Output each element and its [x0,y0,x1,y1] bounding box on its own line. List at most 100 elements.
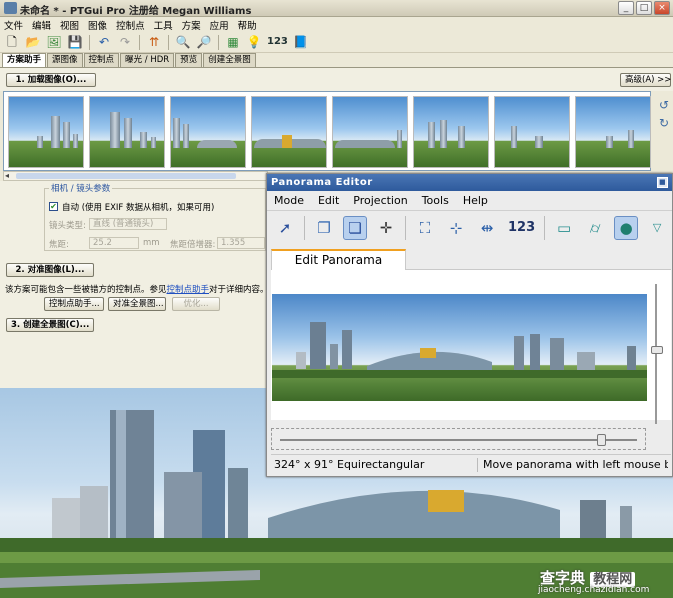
projection-status: 324° x 91° Equirectangular [274,458,425,471]
zoom-in-icon[interactable]: 🔍 [175,34,191,50]
ptgui-window: 未命名 * - PTGui Pro 注册给 Megan Williams _ □… [0,0,673,598]
menu-help[interactable]: 帮助 [238,18,257,32]
align-images-button[interactable]: 2. 对准图像(L)... [6,263,94,277]
tab-exposure-hdr[interactable]: 曝光 / HDR [120,53,175,67]
align-to-panorama-button[interactable]: 对准全景图... [108,297,166,311]
panorama-editor-close-icon[interactable]: ■ [657,177,668,188]
watermark-url: jiaocheng.chazidian.com [538,585,650,595]
maximize-button[interactable]: □ [636,1,652,15]
camera-lens-group: 相机 / 镜头参数 ✔ 自动 (使用 EXIF 数据从相机，如果可用) 镜头类型… [44,182,266,251]
tab-project-assistant[interactable]: 方案助手 [2,53,47,67]
image-thumbnail[interactable] [575,96,651,168]
menu-apply[interactable]: 应用 [210,18,229,32]
thumbnail-scrollbar[interactable]: ◂ [3,171,268,181]
menu-images[interactable]: 图像 [88,18,107,32]
image-thumbnail[interactable] [170,96,246,168]
straighten-icon[interactable]: ⇹ [475,216,499,240]
focal-multiplier-field[interactable]: 1.355 [217,237,265,249]
rotate-right-icon[interactable]: ↻ [659,116,669,130]
pe-menu-help[interactable]: Help [463,194,488,207]
pe-menu-projection[interactable]: Projection [353,194,407,207]
vertical-slider-track [655,284,657,424]
tab-create-panorama[interactable]: 创建全景图 [203,53,256,67]
move-image-icon[interactable]: ❏ [343,215,367,240]
undo-icon[interactable]: ↶ [96,34,112,50]
menu-edit[interactable]: 编辑 [32,18,51,32]
numbering-icon[interactable]: 123 [267,34,288,50]
fit-panorama-icon[interactable]: ⛶ [413,216,437,240]
toolbar-separator [304,215,305,240]
menu-tools[interactable]: 工具 [154,18,173,32]
main-tabs: 方案助手 源图像 控制点 曝光 / HDR 预览 创建全景图 [2,53,257,67]
pe-menu-tools[interactable]: Tools [422,194,449,207]
toolbar-separator [89,34,90,50]
tab-control-points[interactable]: 控制点 [83,53,120,67]
control-points-icon[interactable]: ⇈ [146,34,162,50]
menu-view[interactable]: 视图 [60,18,79,32]
open-folder-icon[interactable]: 📂 [25,34,41,50]
menu-control-points[interactable]: 控制点 [116,18,145,32]
tab-preview[interactable]: 预览 [175,53,203,67]
panorama-editor-toolbar: ➚ ❐ ❏ ✛ ⛶ ⊹ ⇹ 123 ▭ ⌭ ● ▽ [267,211,672,244]
advanced-button[interactable]: 高级(A) >> [620,73,671,87]
crop-icon[interactable]: ✛ [374,216,398,240]
tab-edit-panorama[interactable]: Edit Panorama [271,249,406,270]
zoom-out-icon[interactable]: 🔎 [196,34,212,50]
note-text: 该方案可能包含一些被错方的控制点。参见 [5,285,167,295]
tab-source-images[interactable]: 源图像 [47,53,83,67]
control-point-assistant-button[interactable]: 控制点助手... [44,297,104,311]
load-images-row: 1. 加载图像(O)... 高级(A) >> [0,67,673,91]
lens-type-select[interactable]: 直线 (普通镜头) [89,218,167,230]
center-icon[interactable]: ⊹ [444,216,468,240]
new-file-icon[interactable]: 🗋 [4,34,20,50]
horizontal-slider-knob[interactable] [597,434,607,446]
image-thumbnail[interactable] [251,96,327,168]
optimize-button[interactable]: 优化... [172,297,220,311]
image-thumbnail-strip [3,91,651,171]
panorama-editor-title: Panorama Editor [271,177,373,188]
image-thumbnail[interactable] [494,96,570,168]
open-images-icon[interactable]: 🖼 [46,34,62,50]
layers-icon[interactable]: ❐ [312,216,336,240]
create-panorama-button[interactable]: 3. 创建全景图(C)... [6,318,94,332]
horizontal-slider [271,428,646,450]
image-thumbnail[interactable] [89,96,165,168]
panorama-preview-image[interactable] [272,294,647,401]
image-thumbnail[interactable] [332,96,408,168]
auto-exif-label: 自动 (使用 EXIF 数据从相机，如果可用) [62,203,215,213]
load-images-button[interactable]: 1. 加载图像(O)... [6,73,96,87]
auto-exif-checkbox[interactable]: ✔ [49,202,58,211]
save-icon[interactable]: 💾 [67,34,83,50]
title-bar: 未命名 * - PTGui Pro 注册给 Megan Williams _ □… [0,0,673,17]
pe-menu-edit[interactable]: Edit [318,194,339,207]
more-dropdown-icon[interactable]: ▽ [645,216,669,240]
scrollbar-thumb[interactable] [16,173,236,179]
rectilinear-projection-icon[interactable]: ▭ [552,216,576,240]
project-assistant-panel: 相机 / 镜头参数 ✔ 自动 (使用 EXIF 数据从相机，如果可用) 镜头类型… [0,181,269,388]
table-icon[interactable]: ▦ [225,34,241,50]
vertical-slider-knob[interactable] [651,346,663,354]
pe-menu-mode[interactable]: Mode [274,194,304,207]
control-point-assistant-link[interactable]: 控制点助手 [167,285,210,295]
image-thumbnail[interactable] [413,96,489,168]
toolbar-separator [544,215,546,240]
spherical-projection-icon[interactable]: ● [614,215,639,240]
focal-length-field[interactable]: 25.2 [89,237,139,249]
cylindrical-projection-icon[interactable]: ⌭ [583,216,607,240]
select-pointer-icon[interactable]: ➚ [273,216,297,240]
lightbulb-icon[interactable]: 💡 [246,34,262,50]
toolbar-separator [139,34,140,50]
numbering-icon[interactable]: 123 [506,216,537,240]
rotate-left-icon[interactable]: ↺ [659,98,669,112]
horizontal-slider-track [280,439,637,441]
menu-file[interactable]: 文件 [4,18,23,32]
image-thumbnail[interactable] [8,96,84,168]
book-icon[interactable]: 📘 [293,34,309,50]
main-toolbar: 🗋 📂 🖼 💾 ↶ ↷ ⇈ 🔍 🔎 ▦ 💡 123 📘 [0,32,673,53]
app-icon [4,2,17,14]
scroll-left-arrow-icon[interactable]: ◂ [5,171,9,180]
close-button[interactable]: × [654,1,670,15]
menu-project[interactable]: 方案 [182,18,201,32]
minimize-button[interactable]: _ [618,1,634,15]
redo-icon[interactable]: ↷ [117,34,133,50]
